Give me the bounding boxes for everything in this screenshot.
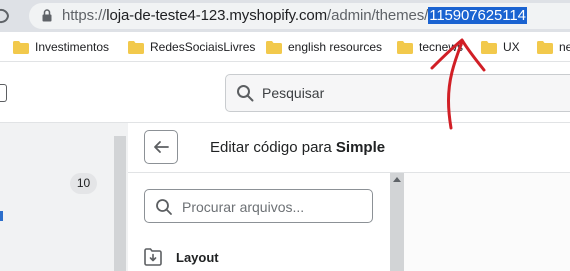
bookmark-label: UX: [503, 40, 520, 54]
bookmark-label: RedesSociaisLivres: [150, 40, 256, 54]
url-scheme: https://: [62, 7, 107, 24]
bookmark-english-resources[interactable]: english resources: [266, 39, 382, 55]
bookmark-ux[interactable]: UX: [481, 39, 520, 55]
folder-icon: [266, 40, 282, 54]
url-text[interactable]: https://loja-de-teste4-123.myshopify.com…: [62, 7, 527, 25]
bookmarks-bar: Investimentos RedesSociaisLivres english…: [0, 32, 570, 62]
file-browser-scrollbar[interactable]: [390, 173, 404, 271]
notification-badge: 10: [70, 173, 97, 194]
code-editor-panel: Editar código para Simple Procurar arqui…: [128, 123, 570, 271]
bookmark-redes-sociais-livres[interactable]: RedesSociaisLivres: [128, 39, 255, 55]
admin-sidebar: 10: [0, 123, 112, 271]
search-icon: [237, 85, 254, 102]
back-button[interactable]: [144, 130, 178, 164]
theme-name: Simple: [335, 139, 386, 156]
folder-icon: [397, 40, 413, 54]
folder-icon: [537, 40, 553, 54]
arrow-left-icon: [154, 141, 169, 153]
search-icon: [156, 199, 172, 215]
bookmark-label: ne: [559, 40, 570, 54]
folder-icon: [481, 40, 497, 54]
lock-icon[interactable]: [42, 9, 52, 22]
url-host: loja-de-teste4-123.myshopify.com: [106, 7, 328, 24]
admin-top-bar: Pesquisar: [0, 62, 570, 123]
bookmark-label: english resources: [288, 40, 383, 54]
code-area[interactable]: [404, 173, 570, 271]
folder-layout[interactable]: Layout: [144, 247, 219, 267]
active-nav-indicator: [0, 211, 3, 221]
url-selected-theme-id: 115907625114: [428, 7, 527, 24]
admin-search-input[interactable]: Pesquisar: [225, 74, 570, 112]
page-title: Editar código para Simple: [210, 139, 385, 156]
file-search-placeholder: Procurar arquivos...: [182, 199, 305, 215]
url-path: /admin/themes/: [327, 7, 429, 24]
bookmark-tecnews[interactable]: tecnews: [397, 39, 463, 55]
bookmark-ne[interactable]: ne: [537, 39, 570, 55]
search-placeholder: Pesquisar: [262, 85, 325, 101]
folder-icon: [13, 40, 29, 54]
browser-address-bar: https://loja-de-teste4-123.myshopify.com…: [0, 0, 570, 32]
sidebar-scrollbar[interactable]: [114, 136, 126, 271]
bookmark-label: Investimentos: [35, 40, 110, 54]
folder-download-icon: [144, 248, 162, 266]
file-search-input[interactable]: Procurar arquivos...: [144, 189, 373, 223]
folder-icon: [128, 40, 144, 54]
title-prefix: Editar código para: [210, 139, 336, 156]
bookmark-investimentos[interactable]: Investimentos: [13, 39, 109, 55]
store-logo-icon[interactable]: [0, 84, 7, 102]
folder-label: Layout: [176, 249, 219, 265]
reload-icon[interactable]: [0, 6, 14, 26]
file-browser: Procurar arquivos... Layout: [128, 173, 390, 271]
bookmark-label: tecnews: [419, 40, 464, 54]
